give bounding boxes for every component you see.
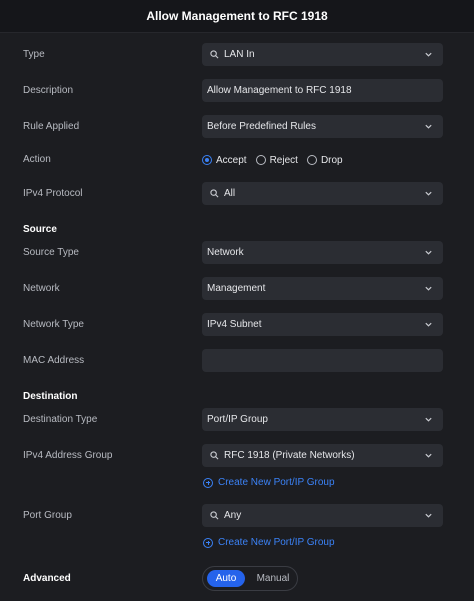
rule-applied-value: Before Predefined Rules: [207, 121, 316, 132]
search-icon: [209, 50, 219, 60]
network-type-value: IPv4 Subnet: [207, 319, 262, 330]
source-type-value: Network: [207, 247, 244, 258]
network-value: Management: [207, 283, 266, 294]
description-value: Allow Management to RFC 1918: [207, 85, 352, 96]
port-group-label: Port Group: [23, 510, 72, 521]
add-circle-icon: [203, 537, 213, 548]
ipv4-protocol-row: IPv4 Protocol All: [0, 182, 474, 206]
dialog-title: Allow Management to RFC 1918: [146, 9, 328, 23]
type-value: LAN In: [224, 49, 255, 60]
radio-unchecked-icon: [255, 155, 266, 165]
ipv4-address-group-select[interactable]: RFC 1918 (Private Networks): [202, 444, 443, 467]
chevron-down-icon: [425, 513, 432, 518]
create-port-ip-group-link[interactable]: Create New Port/IP Group: [203, 477, 335, 488]
mac-address-label: MAC Address: [23, 355, 85, 366]
search-icon: [209, 189, 219, 199]
add-circle-icon: [203, 477, 213, 488]
ipv4-protocol-value: All: [224, 188, 236, 199]
create-port-ip-group-label-2: Create New Port/IP Group: [218, 537, 335, 548]
source-section-title: Source: [23, 224, 57, 235]
advanced-auto-option[interactable]: Auto: [207, 570, 245, 587]
create-port-ip-group-label: Create New Port/IP Group: [218, 477, 335, 488]
radio-checked-icon: [202, 155, 212, 165]
search-icon: [209, 451, 219, 461]
destination-type-value: Port/IP Group: [207, 414, 268, 425]
search-icon: [209, 511, 219, 521]
chevron-down-icon: [425, 52, 432, 57]
action-accept-label: Accept: [216, 154, 247, 166]
dialog-header: Allow Management to RFC 1918: [0, 0, 474, 33]
advanced-mode-toggle: Auto Manual: [202, 566, 298, 591]
port-group-row: Port Group Any: [0, 504, 474, 528]
create-port-ip-group-link-2[interactable]: Create New Port/IP Group: [203, 537, 335, 548]
action-label: Action: [23, 154, 51, 165]
radio-unchecked-icon: [306, 155, 317, 165]
rule-applied-label: Rule Applied: [23, 121, 80, 132]
action-row: Action Accept Reject Drop: [0, 148, 474, 172]
action-radio-group: Accept Reject Drop: [202, 148, 352, 172]
network-label: Network: [23, 283, 60, 294]
type-label: Type: [23, 49, 45, 60]
destination-type-select[interactable]: Port/IP Group: [202, 408, 443, 431]
action-reject-radio[interactable]: Reject: [255, 154, 298, 166]
chevron-down-icon: [425, 453, 432, 458]
mac-address-row: MAC Address: [0, 349, 474, 373]
ipv4-address-group-row: IPv4 Address Group RFC 1918 (Private Net…: [0, 444, 474, 468]
action-drop-radio[interactable]: Drop: [306, 154, 343, 166]
chevron-down-icon: [425, 286, 432, 291]
advanced-label: Advanced: [23, 573, 71, 584]
type-select[interactable]: LAN In: [202, 43, 443, 66]
ipv4-address-group-label: IPv4 Address Group: [23, 450, 113, 461]
network-type-label: Network Type: [23, 319, 84, 330]
description-input[interactable]: Allow Management to RFC 1918: [202, 79, 443, 102]
ipv4-protocol-select[interactable]: All: [202, 182, 443, 205]
chevron-down-icon: [425, 322, 432, 327]
network-select[interactable]: Management: [202, 277, 443, 300]
source-type-label: Source Type: [23, 247, 79, 258]
advanced-manual-option[interactable]: Manual: [251, 570, 295, 587]
description-label: Description: [23, 85, 74, 96]
mac-address-input[interactable]: [202, 349, 443, 372]
action-drop-label: Drop: [320, 154, 343, 166]
destination-section-title: Destination: [23, 391, 78, 402]
chevron-down-icon: [425, 191, 432, 196]
type-row: Type LAN In: [0, 43, 474, 67]
description-row: Description Allow Management to RFC 1918: [0, 79, 474, 103]
ipv4-protocol-label: IPv4 Protocol: [23, 188, 83, 199]
source-type-row: Source Type Network: [0, 241, 474, 265]
network-type-row: Network Type IPv4 Subnet: [0, 313, 474, 337]
chevron-down-icon: [425, 250, 432, 255]
chevron-down-icon: [425, 124, 432, 129]
action-reject-label: Reject: [269, 154, 298, 166]
network-row: Network Management: [0, 277, 474, 301]
source-type-select[interactable]: Network: [202, 241, 443, 264]
ipv4-address-group-value: RFC 1918 (Private Networks): [224, 450, 355, 461]
network-type-select[interactable]: IPv4 Subnet: [202, 313, 443, 336]
rule-applied-select[interactable]: Before Predefined Rules: [202, 115, 443, 138]
destination-type-label: Destination Type: [23, 414, 98, 425]
rule-applied-row: Rule Applied Before Predefined Rules: [0, 115, 474, 139]
destination-type-row: Destination Type Port/IP Group: [0, 408, 474, 432]
port-group-select[interactable]: Any: [202, 504, 443, 527]
action-accept-radio[interactable]: Accept: [202, 155, 247, 166]
chevron-down-icon: [425, 417, 432, 422]
port-group-value: Any: [224, 510, 242, 521]
